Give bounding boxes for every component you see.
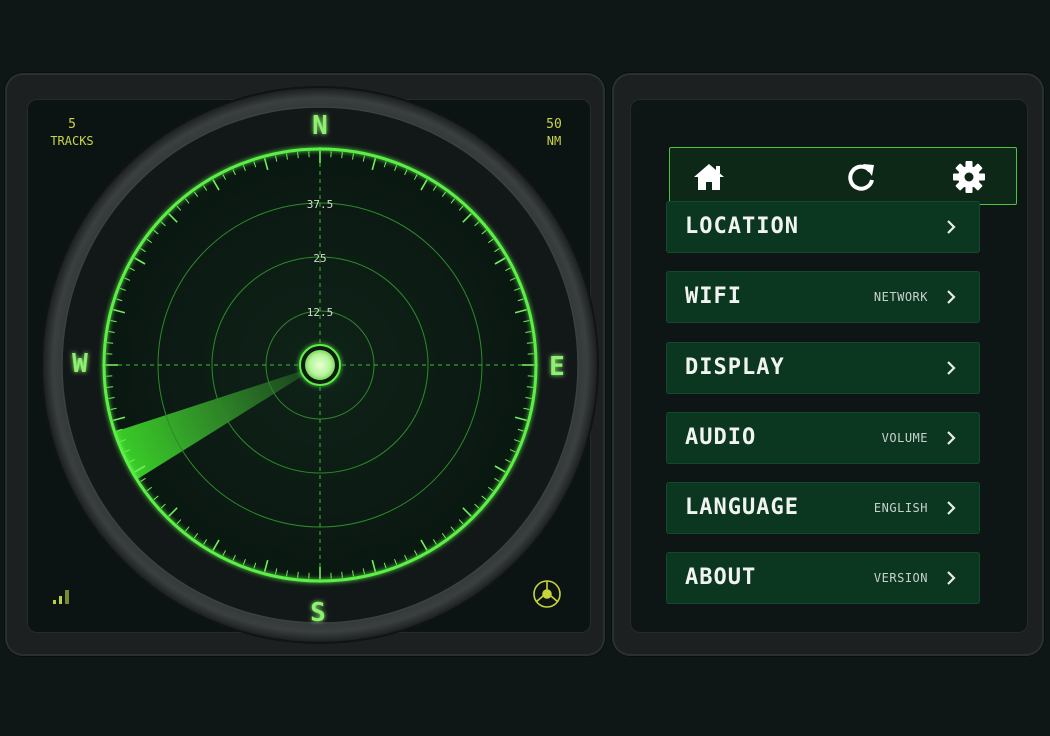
menu-item-label: DISPLAY [685,355,785,380]
compass-west: W [72,349,88,379]
signal-bars-icon [53,590,69,604]
menu-item-audio[interactable]: AUDIO VOLUME [666,412,980,464]
bearing-tick [107,342,114,344]
chevron-right-icon [947,361,956,375]
menu-item-label: LOCATION [685,214,799,239]
bearing-tick [526,342,533,344]
bearing-tick [107,386,114,388]
menu-item-label: WIFI [685,284,742,309]
menu-item-label: AUDIO [685,425,757,450]
bearing-tick [526,386,533,388]
menu-item-sub: VOLUME [881,431,928,445]
menu-item-label: ABOUT [685,565,757,590]
ring-label-37-5: 37.5 [307,198,334,211]
radar-display: 12.5 25 37.5 N S E W [41,86,599,644]
menu-item-location[interactable]: LOCATION [666,201,980,253]
bearing-tick [297,152,299,159]
menu-item-sub: ENGLISH [873,501,928,515]
chevron-right-icon [947,501,956,515]
chevron-right-icon [947,571,956,585]
home-icon[interactable] [692,160,726,194]
compass-north: N [312,111,328,141]
menu-item-about[interactable]: ABOUT VERSION [666,552,980,604]
bearing-tick [341,571,343,578]
chevron-right-icon [947,220,956,234]
compass-east: E [549,352,565,382]
menu-item-sub: VERSION [873,571,928,585]
compass-south: S [310,598,326,628]
ring-label-12-5: 12.5 [307,306,334,319]
center-hub [305,350,335,380]
menu-item-language[interactable]: LANGUAGE ENGLISH [666,482,980,534]
bearing-tick [297,571,299,578]
menu-item-sub: NETWORK [873,290,928,304]
ring-label-25: 25 [313,252,326,265]
menu-item-display[interactable]: DISPLAY [666,342,980,394]
toolbar [669,147,1017,205]
chevron-right-icon [947,290,956,304]
chevron-right-icon [947,431,956,445]
crosshair-target-icon[interactable] [533,580,561,608]
bearing-tick [341,152,343,159]
refresh-icon[interactable] [844,160,878,194]
menu-item-label: LANGUAGE [685,495,799,520]
gear-icon[interactable] [952,160,986,194]
menu-item-wifi[interactable]: WIFI NETWORK [666,271,980,323]
